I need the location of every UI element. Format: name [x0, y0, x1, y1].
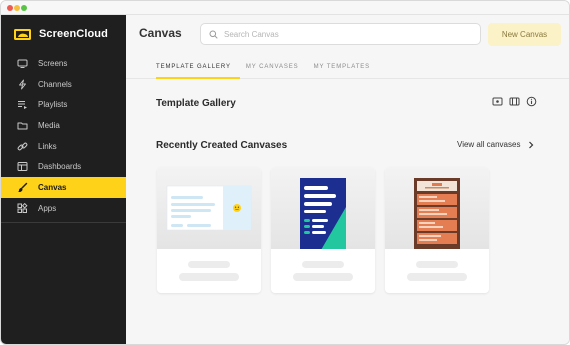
sidebar-item-playlists[interactable]: Playlists [1, 94, 126, 115]
brush-icon [17, 182, 28, 193]
maximize-window-button[interactable] [21, 5, 27, 11]
preview-icon[interactable] [492, 96, 503, 107]
tab-template-gallery[interactable]: TEMPLATE GALLERY [156, 64, 231, 78]
canvas-thumbnail [385, 167, 489, 250]
sidebar-nav: Screens Channels Playlists Media Links D… [1, 53, 126, 219]
card-subtitle-placeholder [179, 273, 239, 281]
info-icon[interactable] [526, 96, 537, 107]
sidebar-item-links[interactable]: Links [1, 136, 126, 157]
page-title: Canvas [139, 26, 182, 40]
sidebar-item-label: Apps [38, 203, 57, 213]
link-icon [17, 141, 28, 152]
view-all-label: View all canvases [457, 140, 521, 149]
app-window: ScreenCloud Screens Channels Playlists M… [0, 0, 570, 345]
card-subtitle-placeholder [293, 273, 353, 281]
card-title-placeholder [302, 261, 344, 268]
sidebar-item-label: Links [38, 141, 57, 151]
canvas-card[interactable] [157, 167, 261, 293]
search-icon [209, 30, 218, 39]
search-input[interactable] [224, 29, 464, 39]
search-box[interactable] [200, 23, 481, 45]
sidebar-divider [1, 222, 126, 223]
canvas-thumbnail [157, 167, 261, 249]
monitor-icon [17, 58, 28, 69]
brand[interactable]: ScreenCloud [13, 25, 108, 43]
sidebar-item-canvas[interactable]: Canvas [1, 177, 126, 198]
sidebar-item-label: Canvas [38, 182, 67, 192]
active-tab-indicator [156, 77, 240, 79]
folder-icon [17, 120, 28, 131]
lightning-icon [17, 79, 28, 90]
window-titlebar [1, 1, 569, 15]
canvas-card[interactable] [385, 167, 489, 293]
close-window-button[interactable] [7, 5, 13, 11]
sidebar-item-label: Channels [38, 79, 72, 89]
sidebar-item-dashboards[interactable]: Dashboards [1, 156, 126, 177]
main-content: Canvas New Canvas TEMPLATE GALLERY MY CA… [126, 15, 569, 344]
sidebar-item-label: Dashboards [38, 162, 82, 172]
card-title-placeholder [416, 261, 458, 268]
recent-canvases-title: Recently Created Canvases [156, 140, 288, 151]
sidebar-item-apps[interactable]: Apps [1, 198, 126, 219]
canvas-card[interactable] [271, 167, 375, 293]
film-icon[interactable] [509, 96, 520, 107]
apps-icon [17, 202, 28, 214]
minimize-window-button[interactable] [14, 5, 20, 11]
sidebar-item-screens[interactable]: Screens [1, 53, 126, 74]
sidebar: ScreenCloud Screens Channels Playlists M… [1, 15, 126, 344]
canvas-thumbnail [271, 167, 375, 250]
app-name: ScreenCloud [39, 28, 108, 40]
card-subtitle-placeholder [407, 273, 467, 281]
chevron-right-icon [529, 141, 534, 148]
tab-my-templates[interactable]: MY TEMPLATES [314, 64, 370, 78]
sidebar-item-label: Screens [38, 58, 68, 68]
tab-bar: TEMPLATE GALLERY MY CANVASES MY TEMPLATE… [156, 64, 385, 78]
tab-my-canvases[interactable]: MY CANVASES [246, 64, 299, 78]
sidebar-item-label: Media [38, 120, 60, 130]
new-canvas-button[interactable]: New Canvas [488, 23, 561, 46]
playlist-icon [17, 99, 28, 110]
gallery-toolbar [486, 96, 537, 107]
sidebar-item-label: Playlists [38, 100, 68, 110]
card-title-placeholder [188, 261, 230, 268]
view-all-canvases-link[interactable]: View all canvases [457, 140, 534, 149]
sidebar-item-channels[interactable]: Channels [1, 74, 126, 95]
sidebar-item-media[interactable]: Media [1, 115, 126, 136]
screencloud-logo-icon [14, 28, 31, 40]
dashboard-icon [17, 161, 28, 172]
template-gallery-title: Template Gallery [156, 98, 236, 109]
